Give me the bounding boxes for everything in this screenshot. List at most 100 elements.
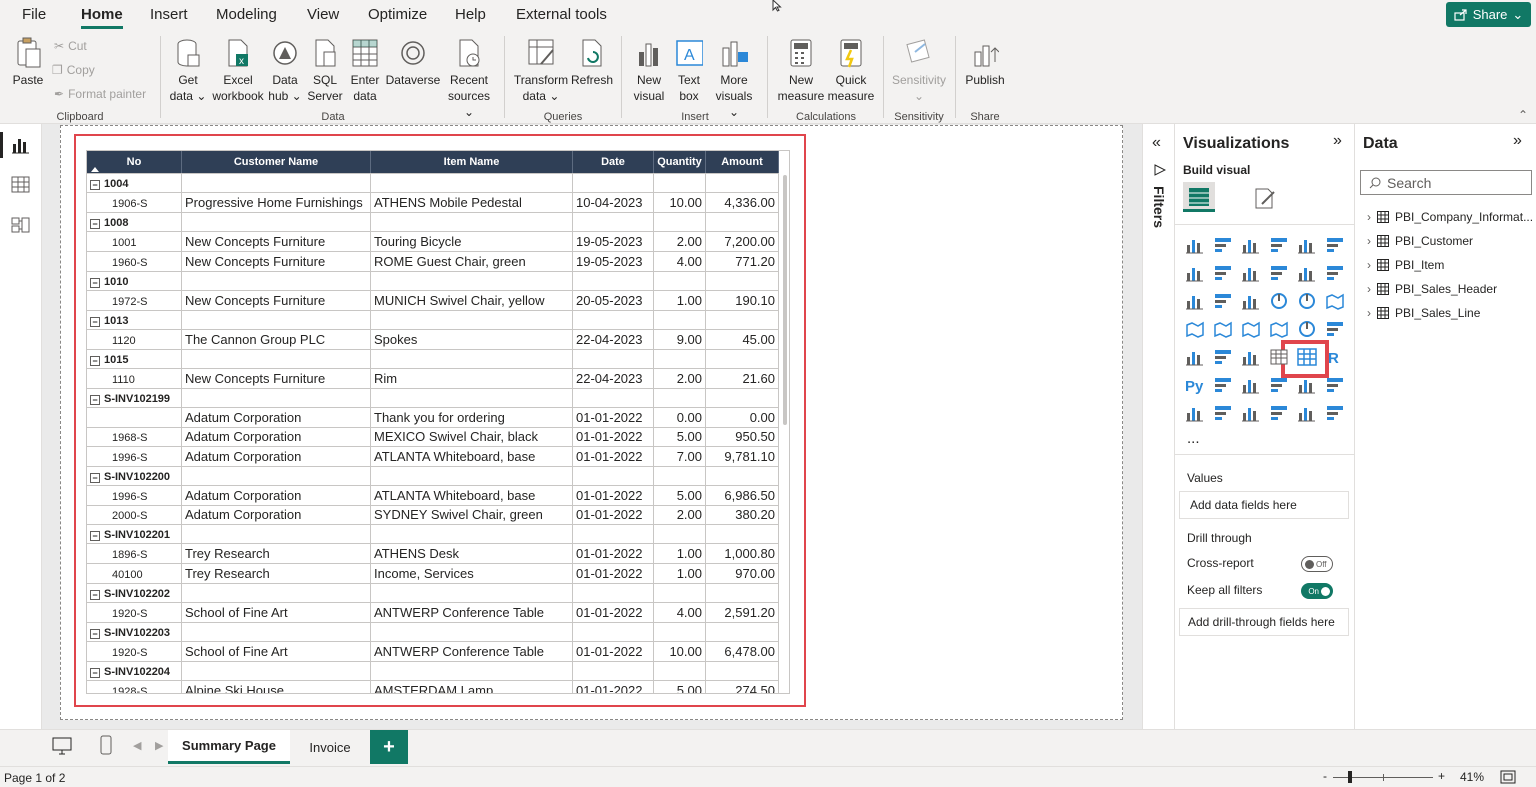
chevron-right-icon[interactable]: › bbox=[1367, 234, 1371, 248]
pie-chart-icon[interactable] bbox=[1269, 292, 1289, 310]
stacked-area-icon[interactable] bbox=[1241, 264, 1261, 282]
tab-optimize[interactable]: Optimize bbox=[368, 6, 427, 23]
map-icon[interactable] bbox=[1185, 320, 1205, 338]
column-header-no[interactable]: No bbox=[87, 151, 182, 173]
data-search-input[interactable]: Search bbox=[1360, 170, 1532, 195]
filters-label[interactable]: Filters bbox=[1151, 186, 1167, 228]
arcgis-icon[interactable] bbox=[1269, 404, 1289, 422]
power-automate-icon[interactable] bbox=[1241, 404, 1261, 422]
ribbon-chart-icon[interactable] bbox=[1325, 264, 1345, 282]
keep-filters-toggle[interactable]: On bbox=[1301, 583, 1333, 599]
chevron-icon[interactable] bbox=[1325, 404, 1345, 422]
values-field-well[interactable]: Add data fields here bbox=[1179, 491, 1349, 519]
python-visual-icon[interactable]: Py bbox=[1185, 376, 1205, 394]
enter-data-button[interactable]: Enter data bbox=[346, 38, 384, 104]
data-table-item[interactable]: › PBI_Item bbox=[1367, 258, 1444, 272]
card-icon[interactable] bbox=[1325, 320, 1345, 338]
column-header-quantity[interactable]: Quantity bbox=[654, 151, 706, 173]
collapse-group-icon[interactable]: − bbox=[90, 180, 100, 190]
refresh-button[interactable]: Refresh bbox=[570, 38, 614, 88]
waterfall-icon[interactable] bbox=[1185, 292, 1205, 310]
chevron-right-icon[interactable]: › bbox=[1367, 282, 1371, 296]
tab-insert[interactable]: Insert bbox=[150, 6, 188, 23]
table-row[interactable]: 1972-S New Concepts Furniture MUNICH Swive… bbox=[87, 290, 779, 311]
key-influencers-icon[interactable] bbox=[1213, 376, 1233, 394]
collapse-group-icon[interactable]: − bbox=[90, 219, 100, 229]
table-group-row[interactable]: −1004 bbox=[87, 174, 779, 193]
table-row[interactable]: 1920-S School of Fine Art ANTWERP Conferen… bbox=[87, 603, 779, 623]
table-row[interactable]: 1996-S Adatum Corporation ATLANTA Whiteboa… bbox=[87, 485, 779, 506]
smart-narrative-icon[interactable] bbox=[1297, 376, 1317, 394]
table-icon[interactable] bbox=[1269, 348, 1289, 366]
table-row[interactable]: 1906-S Progressive Home Furnishings ATHENS… bbox=[87, 193, 779, 213]
line-clustered-icon[interactable] bbox=[1297, 264, 1317, 282]
quick-measure-button[interactable]: Quick measure bbox=[826, 38, 876, 104]
collapse-group-icon[interactable]: − bbox=[90, 355, 100, 366]
qa-icon[interactable] bbox=[1269, 376, 1289, 394]
collapse-group-icon[interactable]: − bbox=[90, 590, 100, 600]
table-row[interactable]: 1120 The Cannon Group PLC Spokes 22-04-2023… bbox=[87, 329, 779, 350]
filled-map-icon[interactable] bbox=[1213, 320, 1233, 338]
tab-modeling[interactable]: Modeling bbox=[216, 6, 277, 23]
table-row[interactable]: 1001 New Concepts Furniture Touring Bicycl… bbox=[87, 232, 779, 252]
expand-pane-icon[interactable]: » bbox=[1333, 132, 1342, 150]
report-view-icon[interactable] bbox=[11, 136, 31, 154]
table-group-row[interactable]: −1015 bbox=[87, 349, 779, 369]
table-row[interactable]: 1996-S Adatum Corporation ATLANTA Whiteboa… bbox=[87, 447, 779, 467]
format-painter-button[interactable]: ✒ Format painter bbox=[54, 87, 146, 101]
table-scrollbar[interactable] bbox=[783, 175, 787, 425]
matrix-icon[interactable] bbox=[1297, 348, 1317, 366]
table-group-row[interactable]: −1008 bbox=[87, 213, 779, 232]
publish-button[interactable]: Publish bbox=[962, 38, 1008, 88]
table-group-row[interactable]: −1013 bbox=[87, 310, 779, 330]
table-view-icon[interactable] bbox=[11, 176, 31, 194]
line-column-icon[interactable] bbox=[1269, 264, 1289, 282]
table-row[interactable]: 1896-S Trey Research ATHENS Desk 01-01-2022… bbox=[87, 544, 779, 565]
data-hub-button[interactable]: Data hub ⌄ bbox=[266, 38, 304, 104]
desktop-layout-icon[interactable] bbox=[52, 737, 72, 755]
area-chart-icon[interactable] bbox=[1213, 264, 1233, 282]
collapse-pane-icon[interactable]: « bbox=[1152, 134, 1161, 152]
table-group-row[interactable]: − S-INV102202 bbox=[87, 584, 779, 603]
donut-chart-icon[interactable] bbox=[1297, 292, 1317, 310]
tab-view[interactable]: View bbox=[307, 6, 339, 23]
sensitivity-button[interactable]: Sensitivity ⌄ bbox=[888, 38, 950, 104]
collapse-group-icon[interactable]: − bbox=[90, 277, 100, 288]
format-visual-icon[interactable] bbox=[1252, 186, 1278, 212]
cross-report-toggle[interactable]: Off bbox=[1301, 556, 1333, 572]
add-page-button[interactable]: + bbox=[370, 730, 408, 764]
shape-map-icon[interactable] bbox=[1241, 320, 1261, 338]
table-row[interactable]: 1968-S Adatum Corporation MEXICO Swivel Ch… bbox=[87, 427, 779, 448]
chevron-right-icon[interactable]: › bbox=[1367, 210, 1371, 224]
zoom-in-button[interactable]: + bbox=[1438, 769, 1445, 783]
power-apps-icon[interactable] bbox=[1213, 404, 1233, 422]
table-row[interactable]: 1928-S Alpine Ski House AMSTERDAM Lamp 01-0… bbox=[87, 681, 779, 693]
page-tab-summary[interactable]: Summary Page bbox=[168, 730, 290, 764]
100-bar-icon[interactable] bbox=[1297, 236, 1317, 254]
dataverse-button[interactable]: Dataverse bbox=[384, 38, 442, 88]
tab-external-tools[interactable]: External tools bbox=[516, 6, 607, 23]
collapse-group-icon[interactable]: − bbox=[90, 316, 100, 327]
more-visuals-button[interactable]: More visuals ⌄ bbox=[710, 38, 758, 120]
zoom-out-button[interactable]: - bbox=[1323, 769, 1327, 783]
funnel-icon[interactable] bbox=[1213, 292, 1233, 310]
slicer-icon[interactable] bbox=[1241, 348, 1261, 366]
table-group-row[interactable]: − S-INV102204 bbox=[87, 662, 779, 681]
table-group-row[interactable]: − S-INV102203 bbox=[87, 623, 779, 642]
model-view-icon[interactable] bbox=[11, 216, 31, 234]
table-row[interactable]: 1960-S New Concepts Furniture ROME Guest C… bbox=[87, 252, 779, 272]
metrics-icon[interactable] bbox=[1325, 376, 1345, 394]
new-measure-button[interactable]: New measure bbox=[774, 38, 828, 104]
scatter-icon[interactable] bbox=[1241, 292, 1261, 310]
kpi-icon[interactable] bbox=[1213, 348, 1233, 366]
expand-pane-icon[interactable]: » bbox=[1513, 132, 1522, 150]
collapse-group-icon[interactable]: − bbox=[90, 629, 100, 639]
table-row[interactable]: Adatum Corporation Thank you for ordering… bbox=[87, 407, 779, 428]
tab-file[interactable]: File bbox=[22, 6, 46, 23]
more-visuals-ellipsis[interactable]: ... bbox=[1187, 430, 1200, 447]
diamond-icon[interactable] bbox=[1297, 404, 1317, 422]
decomposition-tree-icon[interactable] bbox=[1241, 376, 1261, 394]
data-table-item[interactable]: › PBI_Sales_Line bbox=[1367, 306, 1480, 320]
tab-help[interactable]: Help bbox=[455, 6, 486, 23]
fit-to-page-icon[interactable] bbox=[1500, 770, 1516, 784]
